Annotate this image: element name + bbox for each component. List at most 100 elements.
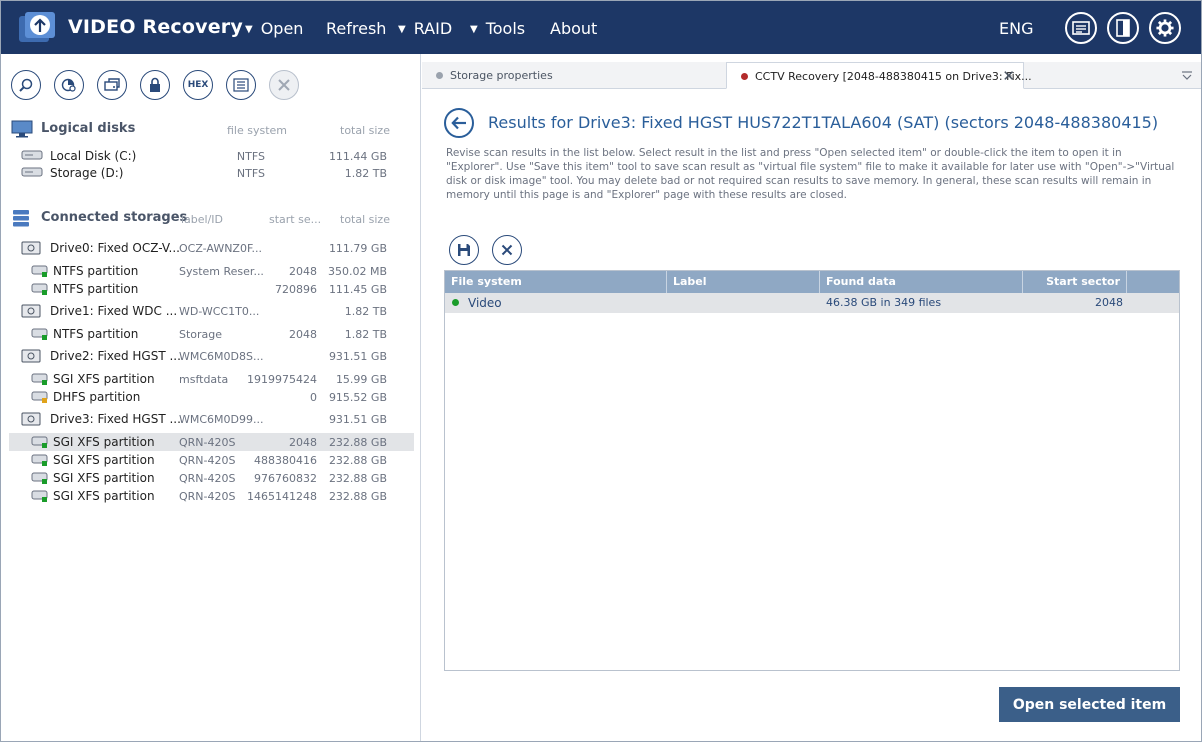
storage-start-sector: 976760832 xyxy=(254,472,317,485)
storage-size: 915.52 GB xyxy=(328,391,387,404)
save-icon xyxy=(458,244,470,256)
tab-cctv-recovery[interactable]: CCTV Recovery [2048-488380415 on Drive3:… xyxy=(726,62,1032,90)
partition-icon xyxy=(31,264,49,281)
storage-start-sector: 1465141248 xyxy=(247,490,317,503)
drive-row[interactable]: Drive0: Fixed OCZ-V... OCZ-AWNZ0F... 111.7… xyxy=(9,239,414,257)
partition-icon xyxy=(31,435,49,452)
connected-storages-title: Connected storages xyxy=(41,210,188,225)
storage-label: System Reser... xyxy=(179,265,264,278)
save-item-button[interactable] xyxy=(449,235,479,265)
arrow-left-icon xyxy=(451,116,466,130)
monitor-icon xyxy=(11,120,33,138)
status-dot-icon xyxy=(452,299,459,306)
panel-toggle-button[interactable] xyxy=(1107,12,1139,44)
storage-label: QRN-420S xyxy=(179,436,236,449)
open-selected-item-button[interactable]: Open selected item xyxy=(999,687,1180,722)
create-image-button[interactable] xyxy=(97,70,127,100)
fast-search-button[interactable] xyxy=(54,70,84,100)
table-row[interactable]: Video 46.38 GB in 349 files 2048 xyxy=(445,293,1179,313)
storage-label: WMC6M0D99... xyxy=(179,413,264,426)
hard-drive-icon xyxy=(21,349,41,366)
column-label[interactable]: Label xyxy=(667,271,820,293)
magnifier-icon xyxy=(19,78,33,92)
connected-storages-header: Connected storages label/ID start se... … xyxy=(11,207,411,229)
hex-label: HEX xyxy=(187,80,209,90)
storage-size: 931.51 GB xyxy=(328,413,387,426)
menu-raid[interactable]: ▼ RAID xyxy=(398,19,452,38)
disk-name: Local Disk (C:) xyxy=(50,149,137,163)
drive-row[interactable]: Drive3: Fixed HGST ... WMC6M0D99... 931.51… xyxy=(9,410,414,428)
tab-close-icon[interactable]: ✕ xyxy=(1002,63,1015,90)
disk-file-system: NTFS xyxy=(236,167,265,180)
storage-name: SGI XFS partition xyxy=(53,372,155,386)
storage-name: Drive1: Fixed WDC ... xyxy=(50,304,178,318)
col-label-id: label/ID xyxy=(181,213,224,226)
partition-row[interactable]: SGI XFS partition QRN-420S 488380416 232.88… xyxy=(9,451,414,469)
language-selector[interactable]: ENG xyxy=(999,19,1033,38)
partition-row[interactable]: SGI XFS partition QRN-420S 2048 232.88 GB xyxy=(9,433,414,451)
storage-name: NTFS partition xyxy=(53,264,139,278)
tab-storage-properties[interactable]: Storage properties xyxy=(422,62,726,89)
column-file-system[interactable]: File system xyxy=(445,271,667,293)
partition-row[interactable]: SGI XFS partition msftdata 1919975424 15.99… xyxy=(9,370,414,388)
menu-tools[interactable]: ▼ Tools xyxy=(470,19,525,38)
scan-button[interactable] xyxy=(11,70,41,100)
hard-disk-icon xyxy=(21,166,43,181)
storage-start-sector: 2048 xyxy=(289,265,317,278)
disk-size: 1.82 TB xyxy=(344,167,387,180)
partition-icon xyxy=(31,372,49,389)
chevron-down-icon: ▼ xyxy=(398,24,406,35)
tab-bar: Storage properties CCTV Recovery [2048-4… xyxy=(422,62,1201,89)
disk-search-icon xyxy=(61,78,76,92)
partition-row[interactable]: SGI XFS partition QRN-420S 1465141248 232.8… xyxy=(9,487,414,505)
menu-refresh[interactable]: Refresh xyxy=(326,19,386,38)
close-icon xyxy=(278,79,290,91)
result-file-system: Video xyxy=(468,296,502,310)
hard-drive-icon xyxy=(21,412,41,429)
partition-row[interactable]: NTFS partition System Reser... 2048 350.02 … xyxy=(9,262,414,280)
storage-name: SGI XFS partition xyxy=(53,471,155,485)
partition-row[interactable]: DHFS partition 0 915.52 GB xyxy=(9,388,414,406)
close-storage-button[interactable] xyxy=(269,70,299,100)
disk-file-system: NTFS xyxy=(236,150,265,163)
delete-result-button[interactable] xyxy=(492,235,522,265)
result-found-data: 46.38 GB in 349 files xyxy=(826,296,942,309)
storage-name: SGI XFS partition xyxy=(53,453,155,467)
log-button[interactable] xyxy=(1065,12,1097,44)
logical-disk-row[interactable]: Storage (D:) NTFS 1.82 TB xyxy=(9,164,414,182)
lock-button[interactable] xyxy=(140,70,170,100)
menu-open[interactable]: ▼ Open xyxy=(245,19,303,38)
column-found-data[interactable]: Found data xyxy=(820,271,1023,293)
partition-row[interactable]: NTFS partition 720896 111.45 GB xyxy=(9,280,414,298)
storage-size: 1.82 TB xyxy=(344,328,387,341)
storage-name: SGI XFS partition xyxy=(53,435,155,449)
storage-size: 1.82 TB xyxy=(344,305,387,318)
drive-row[interactable]: Drive2: Fixed HGST ... WMC6M0D8S... 931.51… xyxy=(9,347,414,365)
storage-size: 931.51 GB xyxy=(328,350,387,363)
partition-row[interactable]: NTFS partition Storage 2048 1.82 TB xyxy=(9,325,414,343)
logical-disks-header: Logical disks file system total size xyxy=(11,118,411,140)
partition-icon xyxy=(31,471,49,488)
log-icon xyxy=(1072,21,1090,35)
menu-about[interactable]: About xyxy=(550,19,597,38)
tab-list-icon[interactable] xyxy=(1181,71,1193,81)
partition-row[interactable]: SGI XFS partition QRN-420S 976760832 232.88… xyxy=(9,469,414,487)
partition-icon xyxy=(31,327,49,344)
drive-row[interactable]: Drive1: Fixed WDC ... WD-WCC1T0... 1.82 TB xyxy=(9,302,414,320)
storage-name: DHFS partition xyxy=(53,390,141,404)
storage-label: QRN-420S xyxy=(179,472,236,485)
list-icon xyxy=(233,78,249,92)
back-button[interactable] xyxy=(444,108,474,138)
tab-storage-label: Storage properties xyxy=(450,69,553,82)
storage-name: NTFS partition xyxy=(53,327,139,341)
panel-icon xyxy=(1116,19,1130,37)
column-start-sector[interactable]: Start sector xyxy=(1023,271,1127,293)
tab-cctv-label: CCTV Recovery [2048-488380415 on Drive3:… xyxy=(755,70,1032,83)
hex-viewer-button[interactable]: HEX xyxy=(183,70,213,100)
settings-button[interactable] xyxy=(1149,12,1181,44)
logical-disk-row[interactable]: Local Disk (C:) NTFS 111.44 GB xyxy=(9,147,414,165)
properties-button[interactable] xyxy=(226,70,256,100)
storage-start-sector: 2048 xyxy=(289,328,317,341)
disk-size: 111.44 GB xyxy=(328,150,387,163)
storage-size: 232.88 GB xyxy=(328,436,387,449)
